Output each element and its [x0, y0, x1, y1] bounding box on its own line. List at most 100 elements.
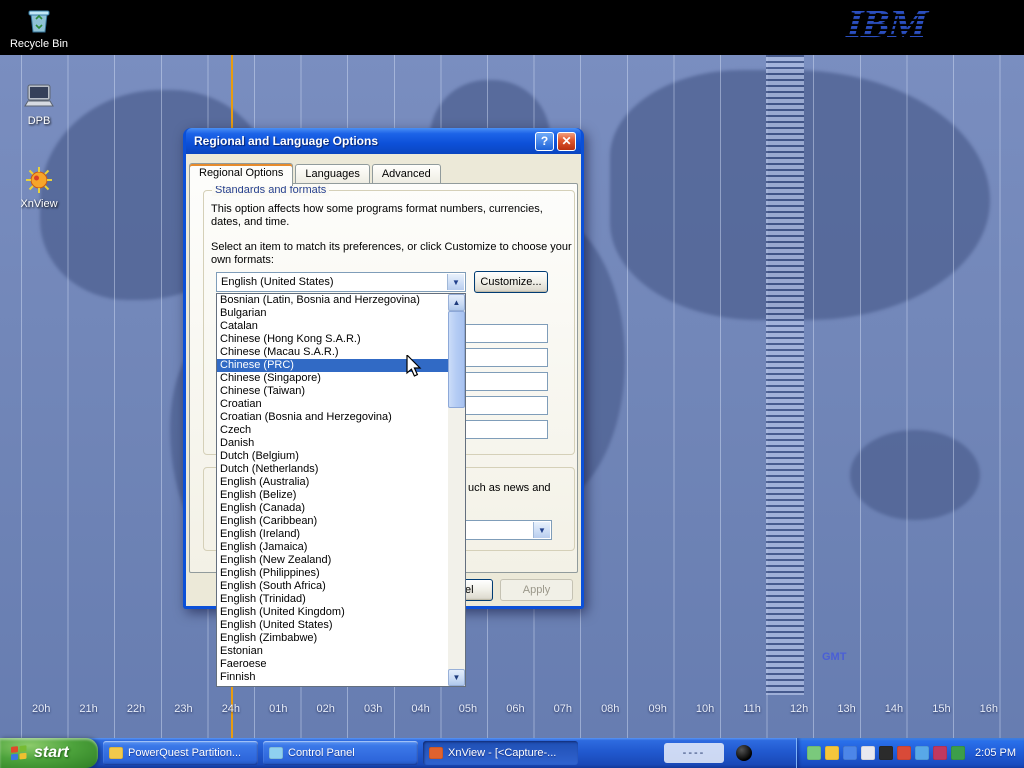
timezone-hour-label: 12h	[790, 703, 808, 715]
task-window-icon	[109, 747, 123, 759]
timezone-hour-label: 24h	[222, 703, 240, 715]
language-option[interactable]: Estonian	[217, 645, 448, 658]
tray-icon[interactable]	[933, 746, 947, 760]
task-window-title: XnView - [<Capture-...	[448, 747, 556, 759]
language-option[interactable]: Faeroese	[217, 658, 448, 671]
desktop-icon-xnview[interactable]: XnView	[0, 165, 78, 210]
language-option[interactable]: English (Trinidad)	[217, 593, 448, 606]
timezone-hour-label: 22h	[127, 703, 145, 715]
windows-flag-icon	[10, 744, 28, 762]
language-option[interactable]: English (Jamaica)	[217, 541, 448, 554]
tab[interactable]: Advanced	[372, 164, 441, 185]
language-option[interactable]: English (Australia)	[217, 476, 448, 489]
language-option[interactable]: Chinese (Macau S.A.R.)	[217, 346, 448, 359]
dropdown-items: Bosnian (Latin, Bosnia and Herzegovina) …	[217, 294, 448, 686]
language-option[interactable]: Croatian (Bosnia and Herzegovina)	[217, 411, 448, 424]
language-option[interactable]: Dutch (Belgium)	[217, 450, 448, 463]
taskbar-deskband[interactable]: ----	[664, 743, 724, 763]
timezone-hour-label: 09h	[648, 703, 666, 715]
timezone-hour-label: 11h	[743, 703, 761, 715]
system-tray: 2:05 PM	[796, 738, 1024, 768]
language-option[interactable]: English (Zimbabwe)	[217, 632, 448, 645]
ibm-logo: IBM	[833, 1, 953, 52]
dropdown-scrollbar[interactable]: ▲ ▼	[448, 294, 465, 686]
xnview-icon	[24, 165, 54, 195]
taskbar-task-button[interactable]: XnView - [<Capture-...	[423, 741, 578, 765]
language-option[interactable]: Bosnian (Latin, Bosnia and Herzegovina)	[217, 294, 448, 307]
apply-button: Apply	[500, 579, 573, 601]
taskbar-task-button[interactable]: Control Panel	[263, 741, 418, 765]
timezone-hour-label: 20h	[32, 703, 50, 715]
start-button-label: start	[34, 744, 69, 762]
tray-icon[interactable]	[807, 746, 821, 760]
language-option[interactable]: Chinese (Hong Kong S.A.R.)	[217, 333, 448, 346]
task-window-title: Control Panel	[288, 747, 355, 759]
tray-icon[interactable]	[915, 746, 929, 760]
taskbar: start PowerQuest Partition... Control Pa…	[0, 738, 1024, 768]
taskbar-task-button[interactable]: PowerQuest Partition...	[103, 741, 258, 765]
language-option[interactable]: English (Ireland)	[217, 528, 448, 541]
language-option[interactable]: English (United States)	[217, 619, 448, 632]
language-option[interactable]: Catalan	[217, 320, 448, 333]
desktop-icon-recycle-bin[interactable]: Recycle Bin	[0, 5, 78, 50]
language-option[interactable]: Chinese (Singapore)	[217, 372, 448, 385]
language-option[interactable]: Czech	[217, 424, 448, 437]
tray-icon[interactable]	[825, 746, 839, 760]
language-option[interactable]: Chinese (PRC)	[217, 359, 448, 372]
timezone-hour-label: 04h	[411, 703, 429, 715]
language-option[interactable]: Bulgarian	[217, 307, 448, 320]
close-button[interactable]: ✕	[557, 132, 576, 151]
scroll-down-icon[interactable]: ▼	[448, 669, 465, 686]
language-option[interactable]: English (Philippines)	[217, 567, 448, 580]
taskbar-round-dark-icon[interactable]	[736, 745, 752, 761]
language-option[interactable]: Danish	[217, 437, 448, 450]
language-option[interactable]: English (South Africa)	[217, 580, 448, 593]
dialog-body: Regional Options Languages Advanced Stan…	[186, 154, 581, 606]
laptop-icon	[22, 82, 56, 112]
language-option[interactable]: English (Caribbean)	[217, 515, 448, 528]
language-option[interactable]: English (New Zealand)	[217, 554, 448, 567]
combobox-dropdown-arrow-icon[interactable]: ▼	[447, 274, 464, 290]
desktop-icon-label: DPB	[28, 115, 51, 127]
timezone-hour-label: 07h	[554, 703, 572, 715]
language-option[interactable]: English (Belize)	[217, 489, 448, 502]
language-option[interactable]: Dutch (Netherlands)	[217, 463, 448, 476]
task-window-icon	[429, 747, 443, 759]
timezone-hour-label: 08h	[601, 703, 619, 715]
tray-icon[interactable]	[951, 746, 965, 760]
timezone-hour-label: 23h	[174, 703, 192, 715]
tab[interactable]: Languages	[295, 164, 369, 185]
tray-icon[interactable]	[843, 746, 857, 760]
tab[interactable]: Regional Options	[189, 163, 293, 186]
timezone-hour-label: 01h	[269, 703, 287, 715]
customize-button[interactable]: Customize...	[474, 271, 548, 293]
standards-instruction-text: Select an item to match its preferences,…	[211, 241, 583, 267]
help-button[interactable]: ?	[535, 132, 554, 151]
language-option[interactable]: English (Canada)	[217, 502, 448, 515]
dialog-titlebar[interactable]: Regional and Language Options ? ✕	[186, 128, 581, 154]
timezone-hour-label: 16h	[980, 703, 998, 715]
combobox-dropdown-arrow-icon[interactable]: ▼	[533, 522, 550, 538]
language-option[interactable]: Chinese (Taiwan)	[217, 385, 448, 398]
tray-icon[interactable]	[861, 746, 875, 760]
timezone-hour-label: 06h	[506, 703, 524, 715]
regional-language-options-dialog: Regional and Language Options ? ✕ Region…	[183, 128, 584, 609]
language-option[interactable]: Finnish	[217, 671, 448, 684]
location-text-fragment: uch as news and	[468, 482, 568, 495]
timezone-hour-label: 14h	[885, 703, 903, 715]
tray-clock[interactable]: 2:05 PM	[975, 747, 1016, 759]
tray-icon[interactable]	[897, 746, 911, 760]
language-option[interactable]: English (United Kingdom)	[217, 606, 448, 619]
start-button[interactable]: start	[0, 738, 98, 768]
scrollbar-thumb[interactable]	[448, 311, 465, 408]
timezone-hour-row: 20h21h22h23h24h01h02h03h04h05h06h07h08h0…	[0, 703, 1024, 715]
recycle-bin-icon	[24, 5, 54, 35]
tray-icon[interactable]	[879, 746, 893, 760]
scroll-up-icon[interactable]: ▲	[448, 294, 465, 311]
timezone-hour-label: 02h	[317, 703, 335, 715]
timezone-hour-label: 15h	[932, 703, 950, 715]
desktop-icon-label: Recycle Bin	[10, 38, 68, 50]
desktop-icon-dpb[interactable]: DPB	[0, 82, 78, 127]
format-combobox[interactable]: English (United States) ▼	[216, 272, 466, 292]
language-option[interactable]: Croatian	[217, 398, 448, 411]
